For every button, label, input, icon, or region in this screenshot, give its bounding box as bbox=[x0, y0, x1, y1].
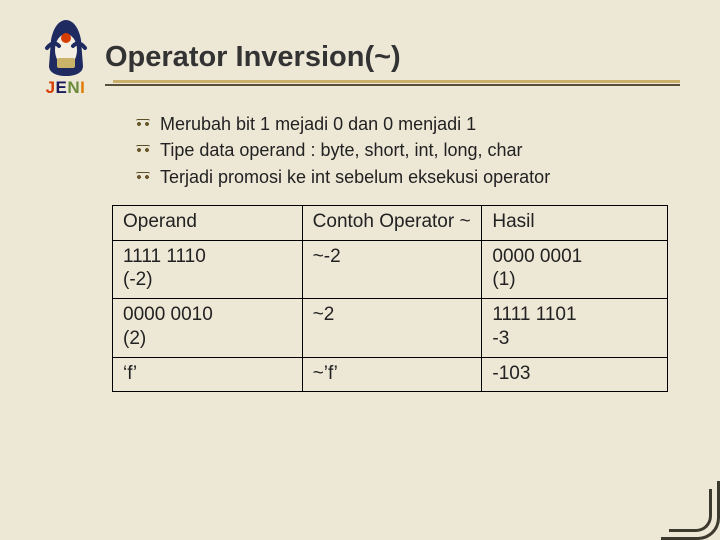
inversion-table: Operand Contoh Operator ~ Hasil 1111 111… bbox=[112, 205, 668, 393]
table-header-row: Operand Contoh Operator ~ Hasil bbox=[113, 205, 668, 240]
table-row: ‘f’ ~’f’ -103 bbox=[113, 357, 668, 392]
cell-result: -103 bbox=[482, 357, 668, 392]
header: JENI Operator Inversion(~) bbox=[40, 18, 680, 98]
cell-result: 0000 0001 (1) bbox=[482, 240, 668, 299]
bullet-item: Tipe data operand : byte, short, int, lo… bbox=[136, 138, 696, 162]
duke-mascot-icon bbox=[43, 18, 89, 78]
brand-text: JENI bbox=[46, 78, 86, 98]
title-underline-icon bbox=[105, 80, 680, 86]
bullet-item: Terjadi promosi ke int sebelum eksekusi … bbox=[136, 165, 696, 189]
cell-example: ~’f’ bbox=[302, 357, 482, 392]
th-example: Contoh Operator ~ bbox=[302, 205, 482, 240]
table-row: 0000 0010 (2) ~2 1111 1101 -3 bbox=[113, 299, 668, 358]
bullet-list: Merubah bit 1 mejadi 0 dan 0 menjadi 1 T… bbox=[136, 112, 696, 189]
title-wrap: Operator Inversion(~) bbox=[105, 18, 680, 86]
slide: JENI Operator Inversion(~) Merubah bit 1… bbox=[0, 0, 720, 540]
cell-result: 1111 1101 -3 bbox=[482, 299, 668, 358]
bullet-item: Merubah bit 1 mejadi 0 dan 0 menjadi 1 bbox=[136, 112, 696, 136]
th-operand: Operand bbox=[113, 205, 303, 240]
cell-example: ~-2 bbox=[302, 240, 482, 299]
page-title: Operator Inversion(~) bbox=[105, 42, 680, 74]
corner-ornament-icon bbox=[664, 484, 720, 540]
table-row: 1111 1110 (-2) ~-2 0000 0001 (1) bbox=[113, 240, 668, 299]
th-result: Hasil bbox=[482, 205, 668, 240]
cell-operand: 1111 1110 (-2) bbox=[113, 240, 303, 299]
cell-operand: 0000 0010 (2) bbox=[113, 299, 303, 358]
cell-example: ~2 bbox=[302, 299, 482, 358]
cell-operand: ‘f’ bbox=[113, 357, 303, 392]
logo-block: JENI bbox=[40, 18, 91, 98]
